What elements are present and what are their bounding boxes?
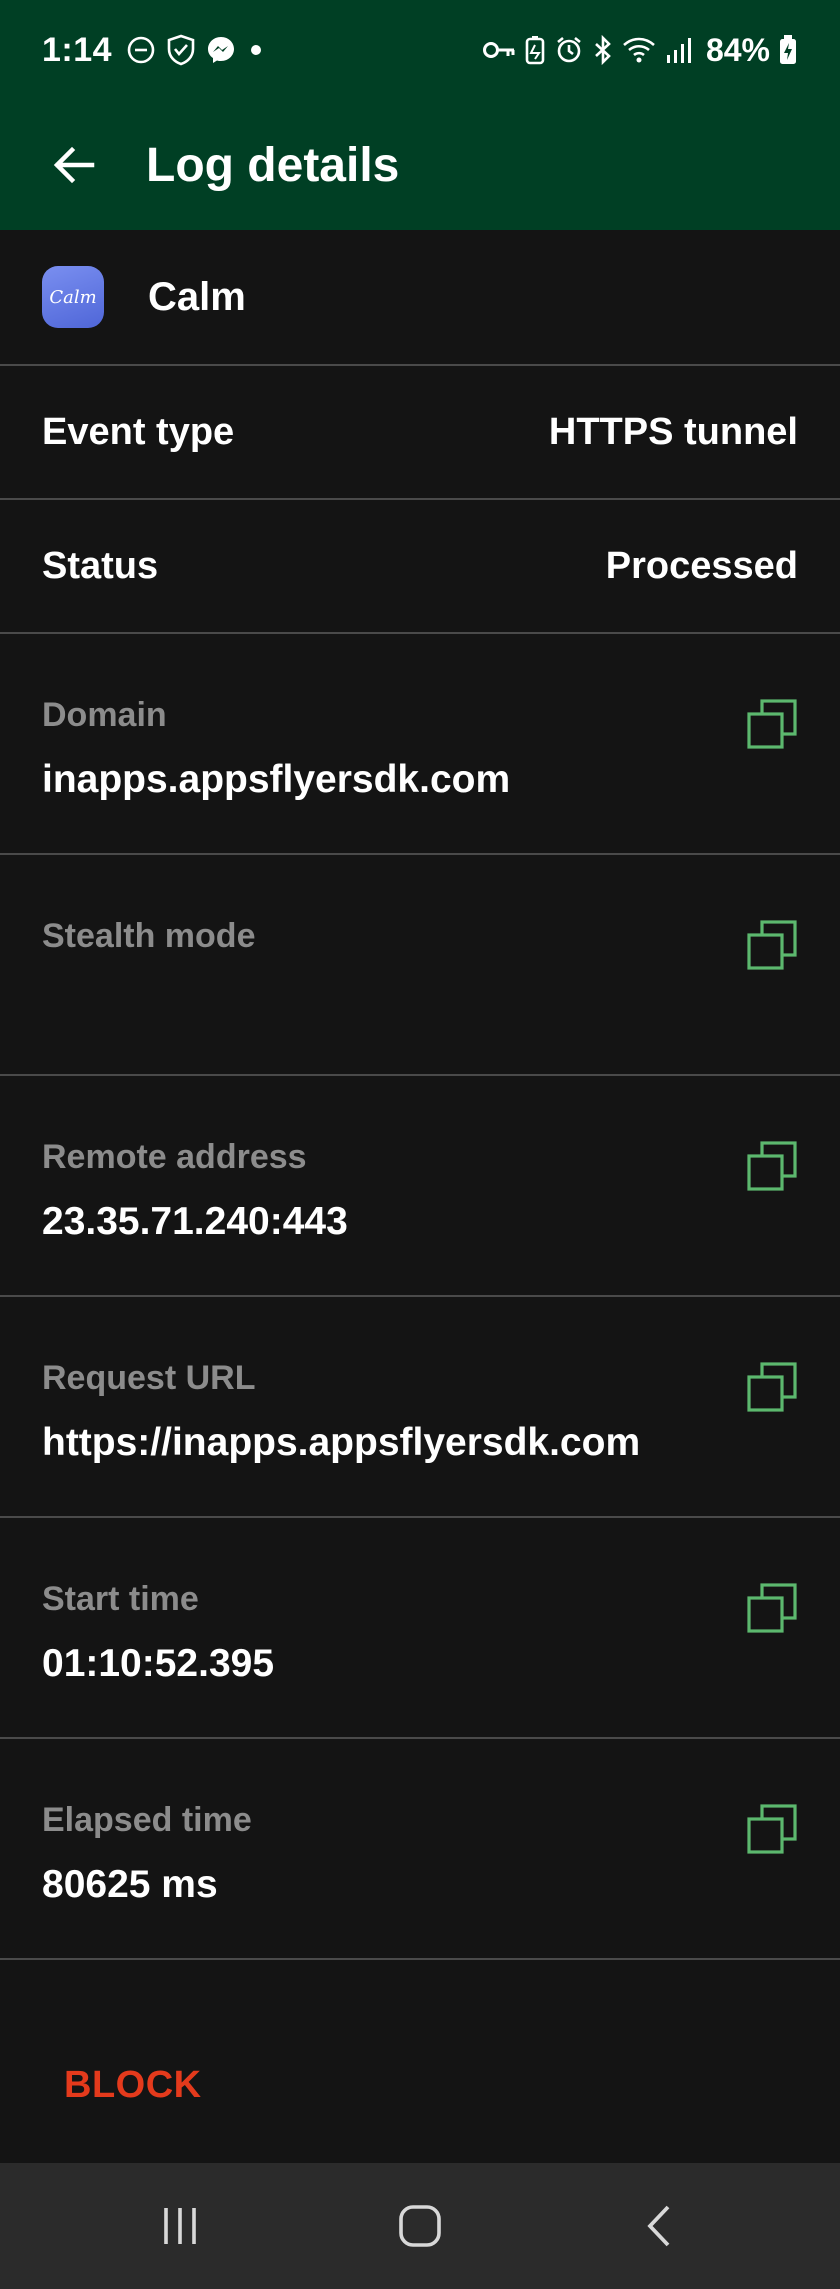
stealth-mode-row: Stealth mode <box>0 855 840 1076</box>
request-url-label: Request URL <box>42 1359 256 1397</box>
copy-domain-button[interactable] <box>746 698 798 750</box>
do-not-disturb-icon <box>126 35 156 65</box>
battery-charging-icon <box>778 34 798 66</box>
copy-icon <box>747 1362 797 1412</box>
elapsed-time-value: 80625 ms <box>42 1863 218 1906</box>
copy-stealth-mode-button[interactable] <box>746 919 798 971</box>
back-button[interactable] <box>44 135 104 195</box>
status-time: 1:14 <box>42 30 113 69</box>
battery-percentage: 84% <box>705 31 770 68</box>
remote-address-value: 23.35.71.240:443 <box>42 1200 348 1243</box>
vpn-key-icon <box>482 38 516 62</box>
start-time-row: Start time 01:10:52.395 <box>0 1518 840 1739</box>
status-bar: 1:14 84% <box>0 0 840 100</box>
request-url-value: https://inapps.appsflyersdk.com <box>42 1421 641 1464</box>
system-nav-bar <box>0 2163 840 2289</box>
copy-request-url-button[interactable] <box>746 1361 798 1413</box>
status-left-icons <box>126 34 266 66</box>
nav-back-button[interactable] <box>600 2186 720 2266</box>
alarm-icon <box>554 35 584 65</box>
status-row: Status Processed <box>0 500 840 634</box>
event-type-label: Event type <box>42 410 235 453</box>
remote-address-row: Remote address 23.35.71.240:443 <box>0 1076 840 1297</box>
copy-start-time-button[interactable] <box>746 1582 798 1634</box>
app-row: Calm Calm <box>0 230 840 366</box>
copy-icon <box>747 1804 797 1854</box>
copy-icon <box>747 920 797 970</box>
request-url-row: Request URL https://inapps.appsflyersdk.… <box>0 1297 840 1518</box>
event-type-row: Event type HTTPS tunnel <box>0 366 840 500</box>
back-icon <box>647 2205 670 2247</box>
bluetooth-icon <box>592 35 614 65</box>
stealth-mode-label: Stealth mode <box>42 917 256 955</box>
elapsed-time-row: Elapsed time 80625 ms <box>0 1739 840 1960</box>
recent-apps-button[interactable] <box>120 2186 240 2266</box>
calm-app-icon: Calm <box>42 266 104 328</box>
copy-icon <box>747 1141 797 1191</box>
signal-icon <box>664 35 694 65</box>
app-name: Calm <box>148 274 246 319</box>
wifi-icon <box>622 35 656 65</box>
copy-icon <box>747 1583 797 1633</box>
app-icon-text: Calm <box>49 286 97 308</box>
dot-icon <box>246 40 266 60</box>
home-button[interactable] <box>360 2186 480 2266</box>
shield-check-icon <box>166 34 196 66</box>
recent-apps-icon <box>164 2208 196 2244</box>
arrow-left-icon <box>53 146 95 184</box>
copy-elapsed-time-button[interactable] <box>746 1803 798 1855</box>
start-time-value: 01:10:52.395 <box>42 1642 275 1685</box>
domain-value: inapps.appsflyersdk.com <box>42 758 511 801</box>
app-bar: Log details <box>0 100 840 230</box>
messenger-icon <box>206 35 236 65</box>
remote-address-label: Remote address <box>42 1138 307 1176</box>
status-right-icons: 84% <box>482 32 798 69</box>
page-title: Log details <box>146 138 400 192</box>
copy-icon <box>747 699 797 749</box>
status-label: Status <box>42 544 159 587</box>
status-value: Processed <box>605 544 798 587</box>
home-icon <box>399 2205 441 2247</box>
domain-row: Domain inapps.appsflyersdk.com <box>0 634 840 855</box>
event-type-value: HTTPS tunnel <box>548 410 798 453</box>
block-button[interactable]: BLOCK <box>42 2050 224 2120</box>
battery-saver-icon <box>524 35 546 65</box>
domain-label: Domain <box>42 696 167 734</box>
elapsed-time-label: Elapsed time <box>42 1801 252 1839</box>
copy-remote-address-button[interactable] <box>746 1140 798 1192</box>
start-time-label: Start time <box>42 1580 199 1618</box>
